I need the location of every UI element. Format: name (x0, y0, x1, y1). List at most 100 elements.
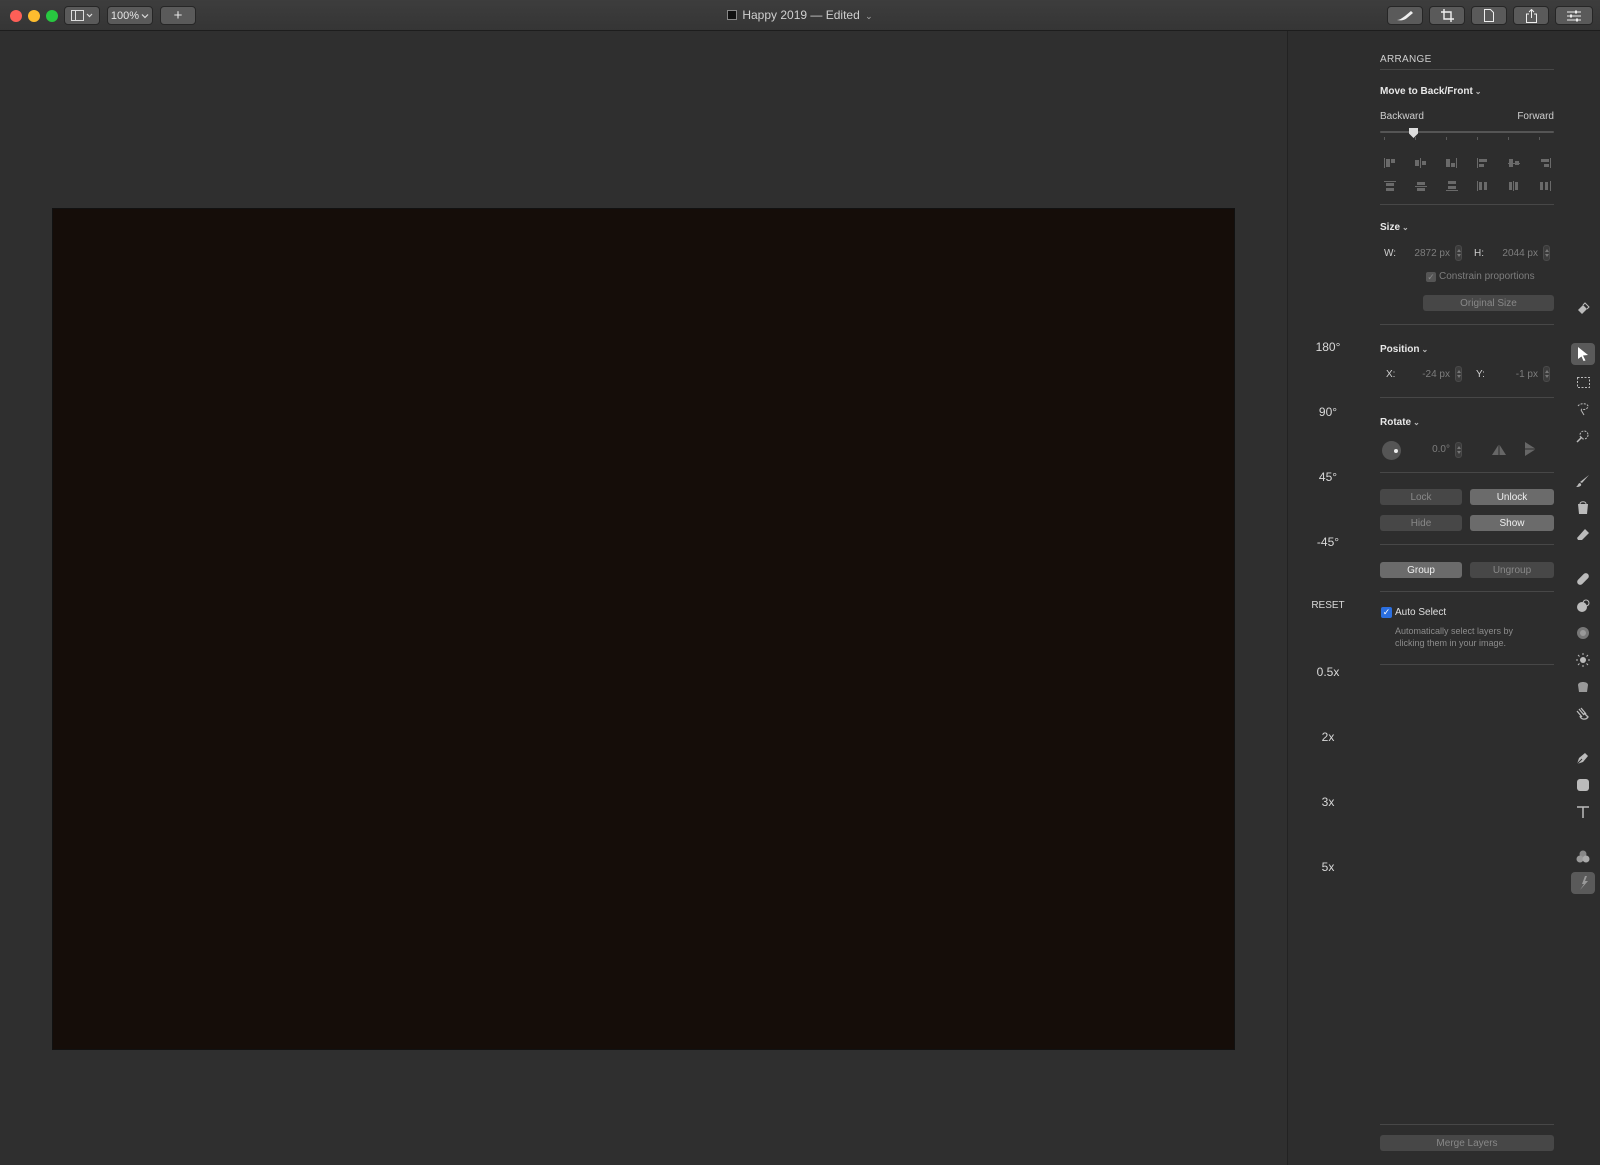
unlock-button[interactable]: Unlock (1470, 489, 1554, 505)
order-slider[interactable] (1380, 128, 1554, 142)
smudge-icon[interactable] (1571, 703, 1595, 725)
x-stepper[interactable] (1455, 366, 1462, 382)
effects-icon[interactable] (1571, 872, 1595, 894)
height-stepper[interactable] (1543, 245, 1550, 261)
arrange-section-title: ARRANGE (1380, 54, 1432, 65)
flip-horizontal-icon[interactable] (1525, 442, 1537, 456)
move-to-back-front-menu[interactable]: Move to Back/Front ⌄ (1380, 86, 1554, 97)
rotate-section-toggle[interactable]: Rotate ⌄ (1380, 417, 1554, 428)
scale-2x-button[interactable]: 2x (1288, 730, 1368, 744)
shape-icon[interactable] (1571, 774, 1595, 796)
chevron-down-icon: ⌄ (1474, 87, 1482, 96)
original-size-button[interactable]: Original Size (1423, 295, 1554, 311)
window-title[interactable]: Happy 2019 — Edited ⌄ (0, 8, 1600, 22)
divider (1380, 472, 1554, 473)
rotate-neg45-button[interactable]: -45° (1288, 535, 1368, 549)
clone-icon[interactable] (1571, 595, 1595, 617)
distribute-middle-icon[interactable] (1415, 181, 1427, 191)
size-label: Size (1380, 222, 1401, 233)
y-stepper[interactable] (1543, 366, 1550, 382)
rotate-90-button[interactable]: 90° (1288, 405, 1368, 419)
position-row: X: -24 px Y: -1 px (1380, 366, 1554, 385)
y-field[interactable]: -1 px (1490, 369, 1538, 380)
text-icon[interactable] (1571, 801, 1595, 823)
lasso-icon[interactable] (1571, 398, 1595, 420)
canvas-area[interactable] (0, 31, 1287, 1165)
checkbox-icon: ✓ (1426, 272, 1436, 282)
size-section-toggle[interactable]: Size ⌄ (1380, 222, 1554, 233)
crop-button[interactable] (1429, 6, 1465, 25)
group-button[interactable]: Group (1380, 562, 1462, 578)
chevron-down-icon: ⌄ (1413, 418, 1420, 427)
rotation-dial[interactable] (1382, 441, 1401, 460)
retouch-button[interactable] (1387, 6, 1423, 25)
brush-icon[interactable] (1571, 470, 1595, 492)
scale-3x-button[interactable]: 3x (1288, 795, 1368, 809)
bucket-icon[interactable] (1571, 497, 1595, 519)
magic-icon[interactable] (1571, 425, 1595, 447)
adjustments-button[interactable] (1555, 6, 1593, 25)
scale-half-button[interactable]: 0.5x (1288, 665, 1368, 679)
share-button[interactable] (1513, 6, 1549, 25)
ungroup-button[interactable]: Ungroup (1470, 562, 1554, 578)
y-label: Y: (1476, 369, 1485, 380)
merge-layers-button[interactable]: Merge Layers (1380, 1135, 1554, 1151)
slider-ticks (1384, 137, 1550, 140)
scale-5x-button[interactable]: 5x (1288, 860, 1368, 874)
divider (1380, 664, 1554, 665)
document-icon (727, 10, 738, 20)
width-field[interactable]: 2872 px (1402, 248, 1450, 259)
pen-icon[interactable] (1571, 747, 1595, 769)
window-title-text: Happy 2019 — Edited (742, 8, 860, 22)
width-stepper[interactable] (1455, 245, 1462, 261)
reset-button[interactable]: RESET (1288, 600, 1368, 611)
rotate-180-button[interactable]: 180° (1288, 340, 1368, 354)
hide-button[interactable]: Hide (1380, 515, 1462, 531)
paint-bucket-icon[interactable] (1571, 298, 1595, 320)
flip-vertical-icon[interactable] (1492, 444, 1506, 456)
align-center-icon[interactable] (1415, 158, 1427, 168)
inspector-panel: 180° 90° 45° -45° RESET 0.5x 2x 3x 5x AR… (1287, 31, 1600, 1165)
checkbox-checked-icon: ✓ (1381, 607, 1392, 618)
crop-icon (1440, 9, 1454, 22)
constrain-proportions-checkbox[interactable]: ✓ Constrain proportions (1426, 271, 1556, 282)
rotation-stepper[interactable] (1455, 442, 1462, 458)
align-bottom-icon[interactable] (1539, 158, 1551, 168)
blur-icon[interactable] (1571, 622, 1595, 644)
arrow-select-icon[interactable] (1571, 343, 1595, 365)
divider (1380, 591, 1554, 592)
distribute-left-icon[interactable] (1477, 181, 1489, 191)
position-section-toggle[interactable]: Position ⌄ (1380, 344, 1554, 355)
align-left-top-icon[interactable] (1384, 158, 1396, 168)
position-label: Position (1380, 344, 1420, 355)
rotate-45-button[interactable]: 45° (1288, 470, 1368, 484)
document-button[interactable] (1471, 6, 1507, 25)
align-top-icon[interactable] (1477, 158, 1489, 168)
bandage-icon[interactable] (1571, 568, 1595, 590)
image-canvas[interactable] (53, 209, 1234, 1049)
h-label: H: (1474, 248, 1484, 259)
eraser-icon[interactable] (1571, 524, 1595, 546)
x-field[interactable]: -24 px (1402, 369, 1450, 380)
height-field[interactable]: 2044 px (1490, 248, 1538, 259)
divider (1380, 397, 1554, 398)
color-adjust-icon[interactable] (1571, 845, 1595, 867)
lock-button[interactable]: Lock (1380, 489, 1462, 505)
forward-label: Forward (1517, 111, 1554, 122)
sun-icon[interactable] (1571, 649, 1595, 671)
rotate-label: Rotate (1380, 417, 1412, 428)
distribute-bottom-icon[interactable] (1446, 181, 1458, 191)
sliders-icon (1567, 10, 1581, 21)
rotation-field[interactable]: 0.0° (1410, 444, 1450, 455)
distribute-top-icon[interactable] (1384, 181, 1396, 191)
show-button[interactable]: Show (1470, 515, 1554, 531)
size-row: W: 2872 px H: 2044 px (1380, 245, 1554, 264)
distribute-center-icon[interactable] (1508, 181, 1520, 191)
align-right-icon[interactable] (1446, 158, 1458, 168)
sponge-icon[interactable] (1571, 676, 1595, 698)
distribute-right-icon[interactable] (1539, 181, 1551, 191)
backward-label: Backward (1380, 111, 1424, 122)
align-middle-icon[interactable] (1508, 158, 1520, 168)
divider (1380, 1124, 1554, 1125)
rect-select-icon[interactable] (1571, 371, 1595, 393)
